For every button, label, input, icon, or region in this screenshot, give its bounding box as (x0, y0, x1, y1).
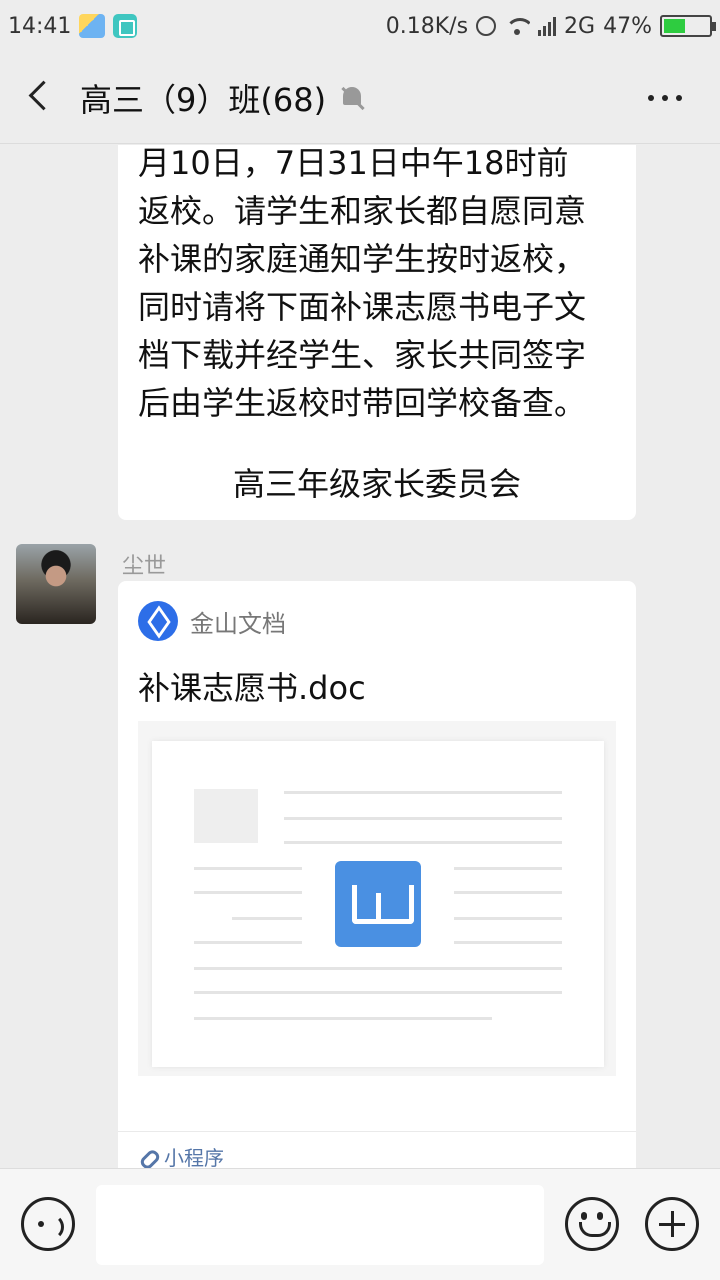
mini-program-link-icon (138, 1147, 158, 1167)
status-right: 0.18K/s 2G 47% (385, 13, 716, 39)
message-line: 后由学生返校时带回学校备查。 (138, 384, 587, 422)
mini-program-label: 小程序 (164, 1146, 224, 1168)
card-app-name: 金山文档 (190, 609, 286, 638)
alarm-icon (476, 16, 497, 36)
scan-icon (113, 14, 138, 38)
message-line: 同时请将下面补课志愿书电子文 (138, 288, 587, 326)
sender-name: 尘世 (122, 554, 167, 579)
message-line: 月10日，7日31日中午18时前 (138, 145, 569, 182)
voice-input-button[interactable] (21, 1197, 75, 1251)
avatar[interactable] (16, 544, 96, 624)
network-type: 2G (564, 13, 596, 39)
message-line: 补课的家庭通知学生按时返校， (138, 240, 587, 278)
mute-bell-icon (340, 85, 364, 111)
more-icon[interactable] (648, 94, 682, 101)
document-page-thumbnail (152, 741, 604, 1067)
mini-program-card[interactable]: 金山文档 补课志愿书.doc 小程序 (118, 581, 636, 1168)
signal-icon (538, 16, 557, 36)
more-actions-plus-button[interactable] (645, 1197, 699, 1251)
title-bar: 高三（9）班(68) (0, 52, 720, 144)
message-text: 月10日，7日31日中午18时前 返校。请学生和家长都自愿同意 补课的家庭通知学… (138, 145, 616, 427)
message-input[interactable] (96, 1185, 544, 1265)
weather-icon (79, 14, 106, 38)
status-time: 14:41 (8, 13, 72, 39)
kingsoft-docs-logo-icon (138, 601, 178, 641)
card-footer: 小程序 (118, 1131, 636, 1168)
message-line: 返校。请学生和家长都自愿同意 (138, 192, 587, 230)
chat-area[interactable]: 月10日，7日31日中午18时前 返校。请学生和家长都自愿同意 补课的家庭通知学… (0, 145, 720, 1168)
word-document-icon (335, 861, 421, 947)
status-left: 14:41 (8, 13, 138, 39)
battery-percent: 47% (603, 13, 652, 39)
message-bubble[interactable]: 月10日，7日31日中午18时前 返校。请学生和家长都自愿同意 补课的家庭通知学… (118, 145, 636, 520)
wifi-icon (504, 16, 531, 36)
input-bar (0, 1168, 720, 1280)
network-speed: 0.18K/s (385, 13, 469, 39)
status-bar: 14:41 0.18K/s 2G 47% (0, 0, 720, 52)
message-line: 档下载并经学生、家长共同签字 (138, 336, 587, 374)
card-file-title: 补课志愿书.doc (138, 669, 366, 707)
battery-icon (660, 15, 716, 37)
emoji-button[interactable] (565, 1197, 619, 1251)
document-preview (138, 721, 616, 1076)
chat-title: 高三（9）班(68) (80, 80, 327, 119)
battery-fill (664, 19, 685, 33)
card-app-header: 金山文档 (138, 601, 286, 641)
message-signature: 高三年级家长委员会 (232, 465, 521, 503)
back-icon[interactable] (0, 52, 70, 144)
